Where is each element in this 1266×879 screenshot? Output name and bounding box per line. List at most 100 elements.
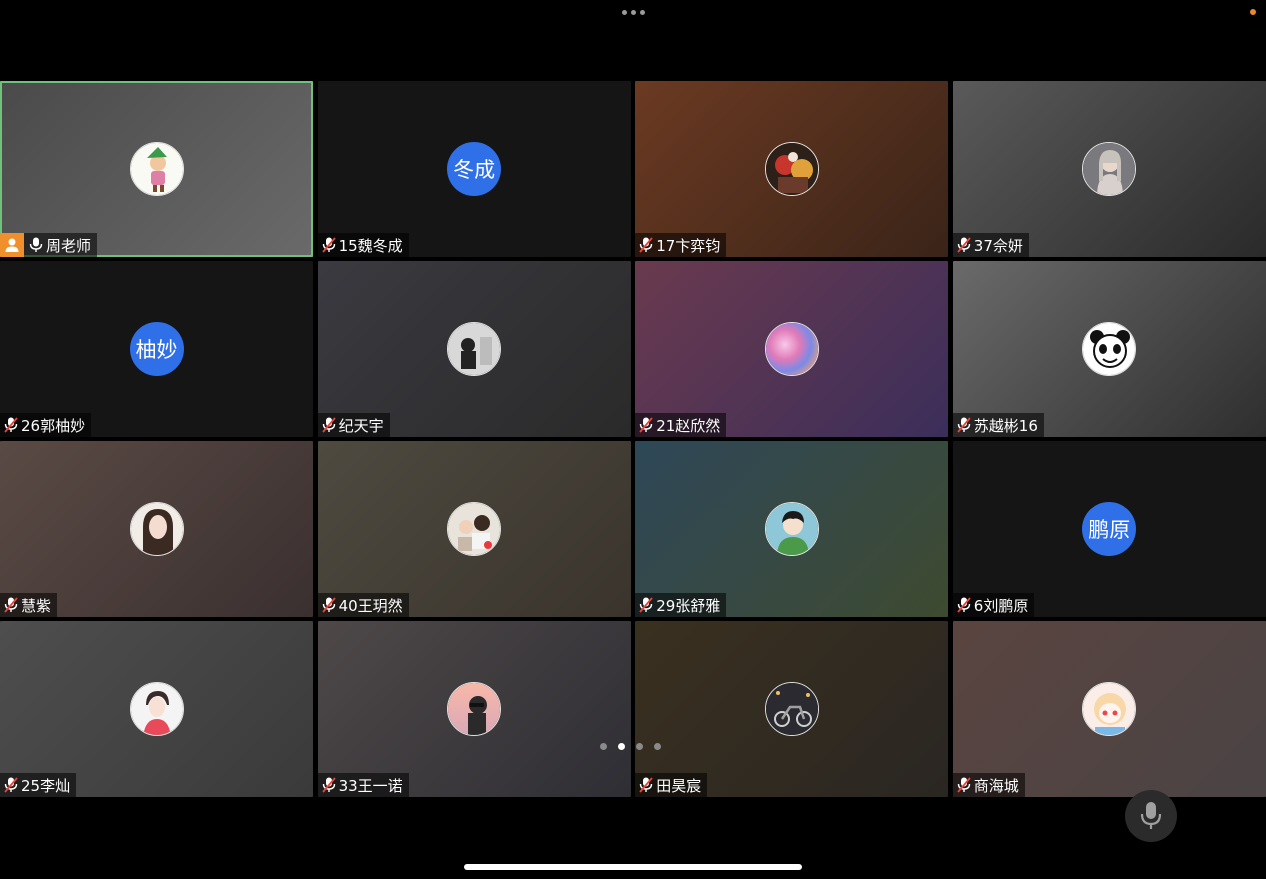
participant-name: 6刘鹏原 [973,596,1029,615]
participant-name: 周老师 [46,236,92,255]
microphone-muted-icon [321,777,336,793]
page-dot[interactable] [618,743,625,750]
avatar [764,142,819,196]
mic-status [4,777,18,793]
mic-status [957,237,971,253]
participant-tile[interactable]: 周老师 [0,81,313,257]
participant-name: 商海城 [973,776,1019,795]
participant-tile[interactable]: 鹏原 6刘鹏原 [952,441,1266,617]
participant-name: 40王玥然 [338,596,403,615]
avatar [764,322,819,376]
participant-name-tag: 苏越彬16 [952,413,1044,437]
mic-status [321,237,336,253]
participant-name: 17卞弈钧 [656,236,721,255]
avatar [1082,322,1137,376]
microphone-muted-icon [321,417,336,433]
mic-status [4,417,18,433]
avatar-initials: 冬成 [447,142,502,196]
mic-status [4,597,18,613]
mic-status [321,597,336,613]
participant-name-tag: 37佘妍 [952,233,1029,257]
microphone-muted-icon [4,777,18,793]
participant-name: 纪天宇 [338,416,384,435]
participant-name-tag: 周老师 [0,233,98,257]
avatar [129,142,184,196]
participant-name: 田昊宸 [656,776,702,795]
participant-name: 25李灿 [21,776,71,795]
participant-tile[interactable]: 29张舒雅 [635,441,949,617]
microphone-button[interactable] [1125,790,1177,842]
participant-name-tag: 17卞弈钧 [635,233,727,257]
microphone-muted-icon [4,597,18,613]
page-dot[interactable] [600,743,607,750]
mic-status [639,417,653,433]
recording-status-dot [1250,9,1256,15]
page-indicator[interactable] [600,743,661,750]
mic-status [639,777,653,793]
host-badge [0,233,24,257]
microphone-muted-icon [639,237,653,253]
page-dot[interactable] [654,743,661,750]
avatar [129,682,184,736]
participant-name-tag: 40王玥然 [317,593,409,617]
participant-tile[interactable]: 纪天宇 [317,261,631,437]
participant-name-tag: 15魏冬成 [317,233,409,257]
participant-name: 15魏冬成 [338,236,403,255]
microphone-muted-icon [639,417,653,433]
participant-name-tag: 33王一诺 [317,773,409,797]
home-indicator[interactable] [464,864,802,870]
participant-name: 慧紫 [21,596,52,615]
mic-status [321,417,336,433]
mic-status [957,777,971,793]
participant-tile[interactable]: 商海城 [952,621,1266,797]
participant-name-tag: 商海城 [952,773,1025,797]
participant-tile[interactable]: 冬成 15魏冬成 [317,81,631,257]
participant-name: 21赵欣然 [656,416,721,435]
mic-status [639,597,653,613]
participant-tile[interactable]: 25李灿 [0,621,313,797]
microphone-muted-icon [957,597,971,613]
mic-status [957,597,971,613]
avatar-initials: 鹏原 [1082,502,1137,556]
participant-name-tag: 田昊宸 [635,773,708,797]
mic-status [29,237,43,253]
microphone-muted-icon [4,417,18,433]
more-options-icon[interactable] [622,10,645,15]
mic-status [957,417,971,433]
avatar [447,322,502,376]
avatar-initials: 柚妙 [129,322,184,376]
participant-tile[interactable]: 40王玥然 [317,441,631,617]
microphone-muted-icon [321,597,336,613]
avatar [447,682,502,736]
microphone-muted-icon [957,237,971,253]
mic-status [639,237,653,253]
participant-name: 苏越彬16 [973,416,1038,435]
participant-tile[interactable]: 21赵欣然 [635,261,949,437]
microphone-muted-icon [957,777,971,793]
video-grid: 周老师 冬成 15魏冬成 17卞弈钧 37佘妍柚妙 26郭柚妙 纪天宇 21赵欣然 苏越彬16 慧… [0,81,1266,797]
microphone-muted-icon [321,237,336,253]
avatar [1082,142,1137,196]
participant-tile[interactable]: 田昊宸 [635,621,949,797]
participant-name-tag: 慧紫 [0,593,58,617]
avatar [764,502,819,556]
participant-tile[interactable]: 慧紫 [0,441,313,617]
participant-tile[interactable]: 苏越彬16 [952,261,1266,437]
microphone-muted-icon [639,777,653,793]
participant-name-tag: 26郭柚妙 [0,413,92,437]
participant-name-tag: 纪天宇 [317,413,390,437]
participant-tile[interactable]: 柚妙 26郭柚妙 [0,261,313,437]
page-dot[interactable] [636,743,643,750]
microphone-icon [1140,802,1162,829]
participant-tile[interactable]: 37佘妍 [952,81,1266,257]
microphone-muted-icon [639,597,653,613]
microphone-muted-icon [957,417,971,433]
participant-tile[interactable]: 33王一诺 [317,621,631,797]
participant-name: 37佘妍 [973,236,1023,255]
mic-status [321,777,336,793]
avatar [1082,682,1137,736]
participant-name: 33王一诺 [338,776,403,795]
participant-name-tag: 25李灿 [0,773,77,797]
microphone-icon [29,237,43,252]
participant-tile[interactable]: 17卞弈钧 [635,81,949,257]
